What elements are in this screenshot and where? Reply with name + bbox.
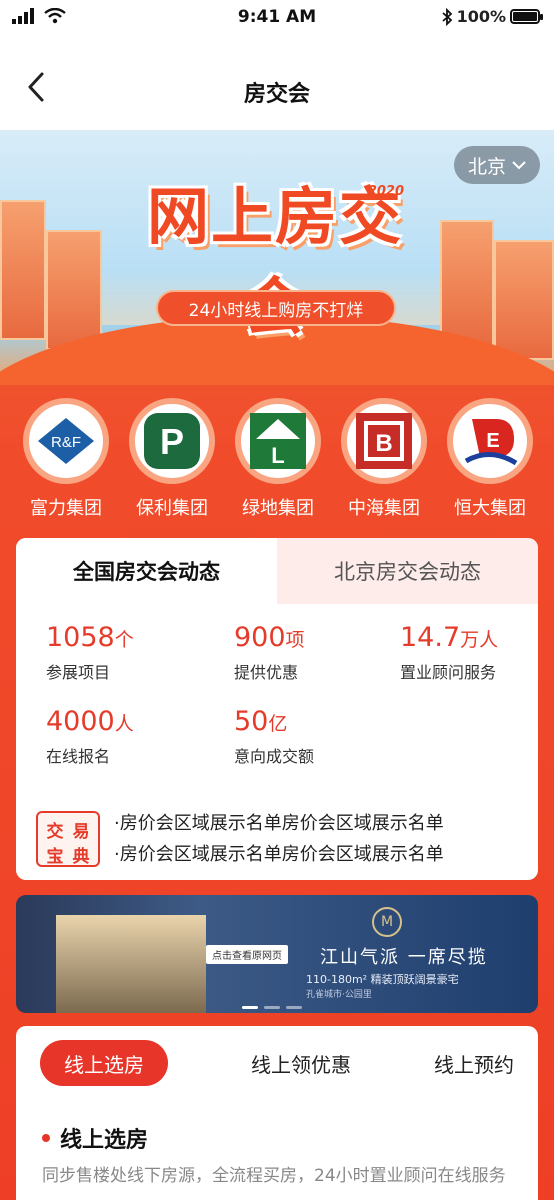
- section-title-text: 线上选房: [60, 1128, 149, 1153]
- page-title: 房交会: [243, 82, 310, 107]
- brand-name: 保利集团: [136, 498, 208, 519]
- stat-projects: 1058个 参展项目: [46, 622, 134, 683]
- building-right-1: [440, 220, 494, 350]
- rf-logo-icon: R&F: [23, 398, 109, 484]
- banner-title: 江山气派 一席尽揽: [320, 947, 488, 968]
- building-left-1: [0, 200, 46, 340]
- battery-fill: [513, 12, 537, 21]
- stat-label: 置业顾问服务: [400, 663, 497, 682]
- banner-pagination: [242, 1006, 302, 1009]
- bluetooth-icon: [441, 7, 452, 26]
- stat-value: 50亿: [234, 706, 288, 737]
- status-bar: 9:41 AM 100%: [0, 0, 554, 34]
- tab-local[interactable]: 北京房交会动态: [277, 538, 538, 604]
- pagination-dot[interactable]: [242, 1006, 258, 1009]
- hero-year: 2020: [367, 184, 404, 199]
- stat-label: 意向成交额: [234, 747, 315, 766]
- brand-name: 中海集团: [348, 498, 420, 519]
- status-right: 100%: [441, 7, 543, 26]
- stat-value: 900项: [234, 622, 305, 653]
- greenland-logo-text: L: [271, 443, 284, 468]
- rf-logo-text: R&F: [51, 434, 81, 451]
- bullet-dot-icon: [42, 1134, 50, 1142]
- stat-label: 参展项目: [46, 663, 111, 682]
- crest-icon: M: [372, 907, 402, 937]
- cohl-logo-icon: B: [341, 398, 427, 484]
- cohl-logo-text: B: [375, 430, 392, 457]
- stat-signups: 4000人 在线报名: [46, 706, 134, 767]
- service-segments: 线上选房 线上领优惠 线上预约: [16, 1026, 538, 1086]
- banner-photo: [56, 915, 206, 1013]
- brand-name: 恒大集团: [454, 498, 526, 519]
- stats-card: 全国房交会动态 北京房交会动态 1058个 参展项目 900项 提供优惠 14.…: [16, 538, 538, 880]
- brand-item-evergrande[interactable]: E 恒大集团: [442, 398, 538, 520]
- stat-deals: 50亿 意向成交额: [234, 706, 314, 767]
- poly-logo-icon: P: [129, 398, 215, 484]
- city-label: 北京: [467, 155, 506, 178]
- building-left-2: [46, 230, 102, 350]
- online-services-card: 线上选房 线上领优惠 线上预约 线上选房 同步售楼处线下房源，全流程买房，24小…: [16, 1026, 538, 1200]
- tip-line[interactable]: ·房价会区域展示名单房价会区域展示名单: [114, 808, 444, 839]
- tips-row[interactable]: 交易 宝典 ·房价会区域展示名单房价会区域展示名单 ·房价会区域展示名单房价会区…: [36, 808, 444, 870]
- battery-icon: [510, 9, 543, 24]
- brand-name: 绿地集团: [242, 498, 314, 519]
- nav-bar: 房交会: [0, 34, 554, 130]
- section-title: 线上选房: [42, 1122, 148, 1154]
- stat-label: 在线报名: [46, 747, 111, 766]
- tab-national[interactable]: 全国房交会动态: [16, 538, 277, 604]
- tip-lines: ·房价会区域展示名单房价会区域展示名单 ·房价会区域展示名单房价会区域展示名单: [114, 808, 444, 870]
- stat-value: 14.7万人: [400, 622, 499, 653]
- section-description: 同步售楼处线下房源，全流程买房，24小时置业顾问在线服务: [42, 1166, 506, 1186]
- segment-online-coupon[interactable]: 线上领优惠: [251, 1049, 351, 1078]
- greenland-logo-icon: L: [235, 398, 321, 484]
- evergrande-logo-icon: E: [447, 398, 533, 484]
- segment-online-booking[interactable]: 线上预约: [434, 1049, 514, 1078]
- tip-line[interactable]: ·房价会区域展示名单房价会区域展示名单: [114, 839, 444, 870]
- building-right-2: [494, 240, 554, 360]
- brand-item-poly[interactable]: P 保利集团: [124, 398, 220, 520]
- brand-item-rf[interactable]: R&F 富力集团: [18, 398, 114, 520]
- banner-small: 孔雀城市·公园里: [306, 990, 372, 1000]
- pagination-dot[interactable]: [264, 1006, 280, 1009]
- trading-guide-badge: 交易 宝典: [36, 811, 100, 867]
- promo-banner[interactable]: 点击查看原网页 M 江山气派 一席尽揽 110-180m² 精装顶跃阔景豪宅 孔…: [16, 895, 538, 1013]
- brand-item-cohl[interactable]: B 中海集团: [336, 398, 432, 520]
- stats-tabs: 全国房交会动态 北京房交会动态: [16, 538, 538, 604]
- stat-consultants: 14.7万人 置业顾问服务: [400, 622, 498, 683]
- city-selector[interactable]: 北京: [453, 146, 540, 184]
- poly-logo-text: P: [160, 421, 184, 462]
- segment-online-select[interactable]: 线上选房: [40, 1040, 168, 1086]
- stat-value: 4000人: [46, 706, 134, 737]
- evergrande-logo-text: E: [486, 430, 499, 452]
- brand-row: R&F 富力集团 P 保利集团 L 绿地集团 B 中海集团 E 恒大集团: [18, 398, 538, 520]
- brand-item-greenland[interactable]: L 绿地集团: [230, 398, 326, 520]
- banner-subtitle: 110-180m² 精装顶跃阔景豪宅: [306, 973, 459, 986]
- banner-tag[interactable]: 点击查看原网页: [206, 945, 288, 964]
- battery-percent: 100%: [456, 7, 506, 26]
- stat-label: 提供优惠: [234, 663, 299, 682]
- brand-name: 富力集团: [30, 498, 102, 519]
- stat-offers: 900项 提供优惠: [234, 622, 305, 683]
- stats-grid: 1058个 参展项目 900项 提供优惠 14.7万人 置业顾问服务 4000人…: [16, 604, 538, 794]
- hero-tagline: 24小时线上购房不打烊: [156, 290, 396, 326]
- stat-value: 1058个: [46, 622, 134, 653]
- chevron-down-icon: [512, 161, 526, 170]
- pagination-dot[interactable]: [286, 1006, 302, 1009]
